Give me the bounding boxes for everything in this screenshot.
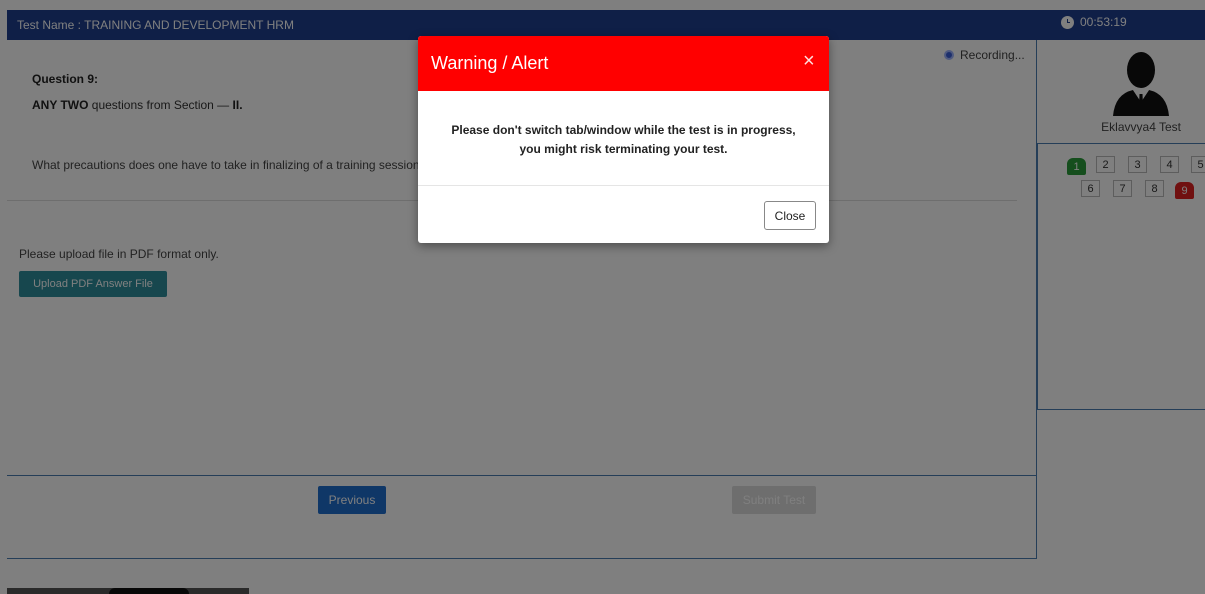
modal-close-button[interactable]: Close <box>764 201 816 230</box>
modal-title: Warning / Alert <box>431 53 549 73</box>
close-icon[interactable]: × <box>803 51 815 71</box>
warning-modal: Warning / Alert × Please don't switch ta… <box>418 36 829 243</box>
modal-message-line-1: Please don't switch tab/window while the… <box>451 123 796 137</box>
modal-message: Please don't switch tab/window while the… <box>418 121 829 159</box>
modal-header: Warning / Alert × <box>418 36 829 91</box>
modal-body: Please don't switch tab/window while the… <box>418 91 829 186</box>
modal-message-line-2: you might risk terminating your test. <box>519 142 728 156</box>
